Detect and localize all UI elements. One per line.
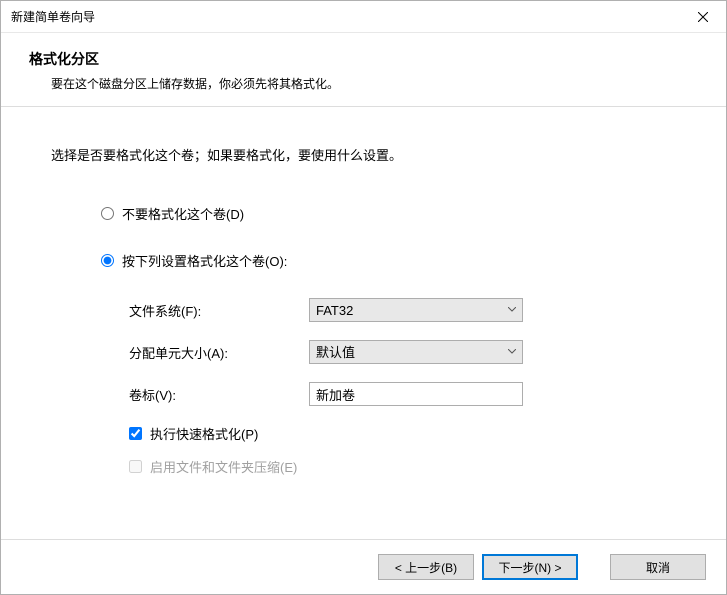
window-title: 新建简单卷向导 — [11, 8, 95, 25]
file-system-row: 文件系统(F): FAT32 — [129, 298, 676, 322]
quick-format-checkbox[interactable] — [129, 427, 142, 440]
titlebar: 新建简单卷向导 — [1, 1, 726, 33]
file-system-label: 文件系统(F): — [129, 301, 309, 320]
page-title: 格式化分区 — [29, 49, 698, 69]
format-choice-group: 不要格式化这个卷(D) 按下列设置格式化这个卷(O): 文件系统(F): FAT… — [51, 204, 676, 476]
next-button[interactable]: 下一步(N) > — [482, 554, 578, 580]
quick-format-label: 执行快速格式化(P) — [150, 424, 258, 443]
volume-label-label: 卷标(V): — [129, 385, 309, 404]
radio-format-with-settings-input[interactable] — [101, 254, 114, 267]
close-icon — [698, 12, 708, 22]
compression-label: 启用文件和文件夹压缩(E) — [150, 457, 297, 476]
compression-check: 启用文件和文件夹压缩(E) — [129, 457, 676, 476]
radio-format-with-settings[interactable]: 按下列设置格式化这个卷(O): — [101, 251, 676, 270]
allocation-unit-label: 分配单元大小(A): — [129, 343, 309, 362]
wizard-header: 格式化分区 要在这个磁盘分区上储存数据，你必须先将其格式化。 — [1, 33, 726, 106]
volume-label-input[interactable] — [309, 382, 523, 406]
cancel-button[interactable]: 取消 — [610, 554, 706, 580]
radio-no-format-input[interactable] — [101, 207, 114, 220]
format-settings: 文件系统(F): FAT32 分配单元大小(A): 默认值 卷标(V): 执行快… — [101, 298, 676, 476]
allocation-unit-select[interactable]: 默认值 — [309, 340, 523, 364]
wizard-footer: < 上一步(B) 下一步(N) > 取消 — [1, 539, 726, 594]
file-system-select[interactable]: FAT32 — [309, 298, 523, 322]
quick-format-check[interactable]: 执行快速格式化(P) — [129, 424, 676, 443]
back-button[interactable]: < 上一步(B) — [378, 554, 474, 580]
page-subtitle: 要在这个磁盘分区上储存数据，你必须先将其格式化。 — [29, 75, 698, 92]
wizard-content: 选择是否要格式化这个卷；如果要格式化，要使用什么设置。 不要格式化这个卷(D) … — [1, 107, 726, 476]
radio-no-format[interactable]: 不要格式化这个卷(D) — [101, 204, 676, 223]
instruction-text: 选择是否要格式化这个卷；如果要格式化，要使用什么设置。 — [51, 145, 676, 164]
volume-label-row: 卷标(V): — [129, 382, 676, 406]
radio-format-with-settings-label: 按下列设置格式化这个卷(O): — [122, 251, 287, 270]
close-button[interactable] — [680, 1, 726, 33]
radio-no-format-label: 不要格式化这个卷(D) — [122, 204, 244, 223]
compression-checkbox — [129, 460, 142, 473]
allocation-unit-row: 分配单元大小(A): 默认值 — [129, 340, 676, 364]
